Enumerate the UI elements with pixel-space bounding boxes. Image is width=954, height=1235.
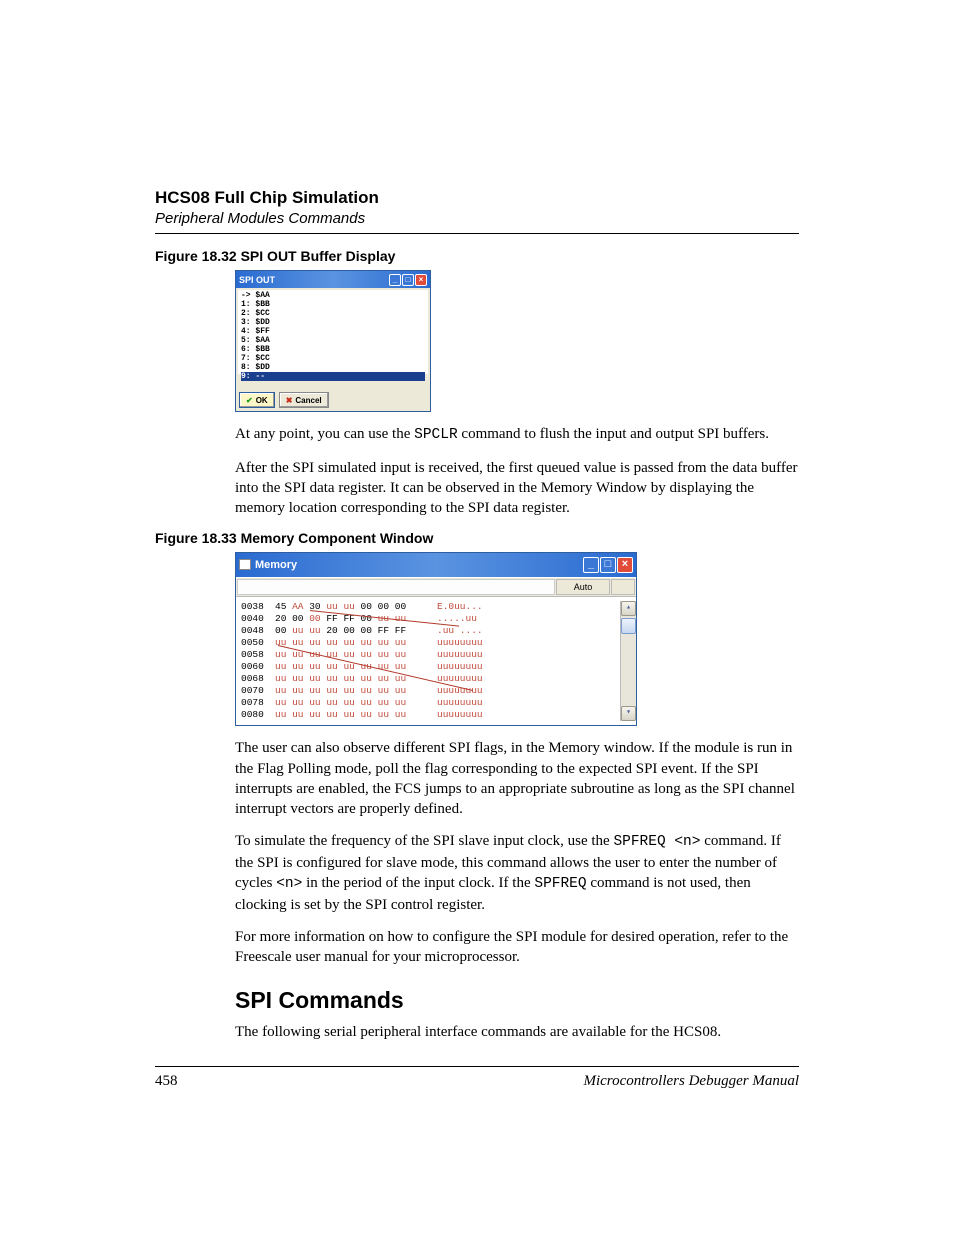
memory-toolbar: Auto: [236, 577, 636, 597]
section-heading: SPI Commands: [235, 987, 799, 1014]
body-paragraph: The user can also observe different SPI …: [235, 738, 799, 819]
spi-list-item[interactable]: 7: $CC: [241, 354, 425, 363]
minimize-icon[interactable]: _: [583, 557, 599, 573]
memory-title: Memory: [255, 559, 297, 571]
memory-address: 0068: [241, 673, 275, 685]
spi-list-item[interactable]: 4: $FF: [241, 327, 425, 336]
spi-out-list[interactable]: -> $AA1: $BB2: $CC3: $DD4: $FF5: $AA6: $…: [238, 290, 428, 374]
memory-address: 0080: [241, 709, 275, 721]
code-spclr: SPCLR: [414, 427, 458, 443]
spi-list-item[interactable]: 5: $AA: [241, 336, 425, 345]
memory-row[interactable]: 0070uu uu uu uu uu uu uu uuuuuuuuuu: [241, 685, 620, 697]
body-paragraph: At any point, you can use the SPCLR comm…: [235, 424, 799, 446]
memory-bytes: uu uu uu uu uu uu uu uu: [275, 697, 427, 709]
memory-bytes: uu uu uu uu uu uu uu uu: [275, 709, 427, 721]
memory-ascii: uuuuuuuu: [437, 649, 483, 661]
memory-address: 0060: [241, 661, 275, 673]
code-spfreq: SPFREQ: [534, 876, 586, 892]
minimize-icon[interactable]: _: [389, 274, 401, 286]
spi-list-item[interactable]: 8: $DD: [241, 363, 425, 372]
body-paragraph: After the SPI simulated input is receive…: [235, 458, 799, 519]
memory-titlebar[interactable]: Memory _ □ ×: [236, 553, 636, 577]
memory-ascii: .uu ....: [437, 625, 483, 637]
code-n: <n>: [276, 876, 302, 892]
memory-bytes: uu uu uu uu uu uu uu uu: [275, 649, 427, 661]
memory-row[interactable]: 0078uu uu uu uu uu uu uu uu uuuuuuuu: [241, 697, 620, 709]
spi-list-item[interactable]: 1: $BB: [241, 300, 425, 309]
maximize-icon[interactable]: □: [402, 274, 414, 286]
memory-bytes: uu uu uu uu uu uu uu uu: [275, 637, 427, 649]
chapter-title: HCS08 Full Chip Simulation: [155, 188, 799, 208]
scroll-thumb[interactable]: [621, 618, 636, 634]
memory-row[interactable]: 0050uu uu uu uu uu uu uu uu uuuuuuuu: [241, 637, 620, 649]
memory-address: 0038: [241, 601, 275, 613]
x-icon: ✖: [286, 396, 293, 405]
memory-address: 0070: [241, 685, 275, 697]
close-icon[interactable]: ×: [415, 274, 427, 286]
section-subtitle: Peripheral Modules Commands: [155, 210, 799, 227]
memory-address: 0078: [241, 697, 275, 709]
body-paragraph: The following serial peripheral interfac…: [235, 1022, 799, 1042]
memory-bytes: uu uu uu uu uu uu uu uu: [275, 661, 427, 673]
header-rule: [155, 233, 799, 234]
page-footer: 458 Microcontrollers Debugger Manual: [155, 1066, 799, 1090]
spi-list-item[interactable]: -> $AA: [241, 291, 425, 300]
spi-out-title: SPI OUT: [239, 275, 275, 285]
memory-toolbar-pad: [611, 579, 635, 595]
maximize-icon[interactable]: □: [600, 557, 616, 573]
cancel-label: Cancel: [295, 396, 321, 405]
memory-ascii: uuuuuuuu: [437, 697, 483, 709]
book-title: Microcontrollers Debugger Manual: [583, 1073, 799, 1090]
spi-out-window: SPI OUT _ □ × -> $AA1: $BB2: $CC3: $DD4:…: [235, 270, 431, 412]
memory-row[interactable]: 004800 uu uu 20 00 00 FF FF .uu ....: [241, 625, 620, 637]
scroll-down-icon[interactable]: ▾: [621, 706, 636, 721]
spi-list-item[interactable]: 2: $CC: [241, 309, 425, 318]
memory-row[interactable]: 0058uu uu uu uu uu uu uu uu uuuuuuuu: [241, 649, 620, 661]
memory-icon: [239, 559, 251, 570]
memory-address: 0048: [241, 625, 275, 637]
cancel-button[interactable]: ✖ Cancel: [279, 392, 329, 408]
memory-bytes: uu uu uu uu uu uu uu uu: [275, 685, 427, 697]
memory-ascii: uuuuuuuu: [437, 709, 483, 721]
memory-window: Memory _ □ × Auto 003845 AA 30 uu uu 00 …: [235, 552, 637, 726]
spi-list-item-selected[interactable]: 9: --: [241, 372, 425, 381]
memory-bytes: 45 AA 30 uu uu 00 00 00: [275, 601, 427, 613]
spi-list-item[interactable]: 6: $BB: [241, 345, 425, 354]
body-paragraph: To simulate the frequency of the SPI sla…: [235, 831, 799, 915]
page-number: 458: [155, 1073, 178, 1090]
check-icon: ✔: [246, 396, 253, 405]
memory-row[interactable]: 0060uu uu uu uu uu uu uu uu uuuuuuuu: [241, 661, 620, 673]
figure-caption-1: Figure 18.32 SPI OUT Buffer Display: [155, 248, 799, 264]
ok-label: OK: [256, 396, 268, 405]
memory-hex-view[interactable]: 003845 AA 30 uu uu 00 00 00E.0uu...00402…: [236, 597, 636, 725]
scroll-up-icon[interactable]: ▴: [621, 601, 636, 616]
memory-bytes: 00 uu uu 20 00 00 FF FF: [275, 625, 427, 637]
memory-scrollbar[interactable]: ▴ ▾: [620, 601, 636, 721]
ok-button[interactable]: ✔ OK: [239, 392, 275, 408]
figure-caption-2: Figure 18.33 Memory Component Window: [155, 530, 799, 546]
memory-row[interactable]: 0080uu uu uu uu uu uu uu uu uuuuuuuu: [241, 709, 620, 721]
memory-mode-dropdown[interactable]: Auto: [556, 579, 610, 595]
memory-ascii: E.0uu...: [437, 601, 483, 613]
spi-list-item[interactable]: 3: $DD: [241, 318, 425, 327]
memory-ascii: uuuuuuuu: [437, 637, 483, 649]
memory-address: 0050: [241, 637, 275, 649]
body-paragraph: For more information on how to configure…: [235, 927, 799, 968]
memory-address: 0040: [241, 613, 275, 625]
memory-address-field[interactable]: [237, 579, 555, 595]
spi-out-titlebar[interactable]: SPI OUT _ □ ×: [236, 271, 430, 288]
code-spfreq-n: SPFREQ <n>: [613, 834, 700, 850]
memory-row[interactable]: 003845 AA 30 uu uu 00 00 00 E.0uu...: [241, 601, 620, 613]
close-icon[interactable]: ×: [617, 557, 633, 573]
memory-address: 0058: [241, 649, 275, 661]
memory-ascii: uuuuuuuu: [437, 661, 483, 673]
